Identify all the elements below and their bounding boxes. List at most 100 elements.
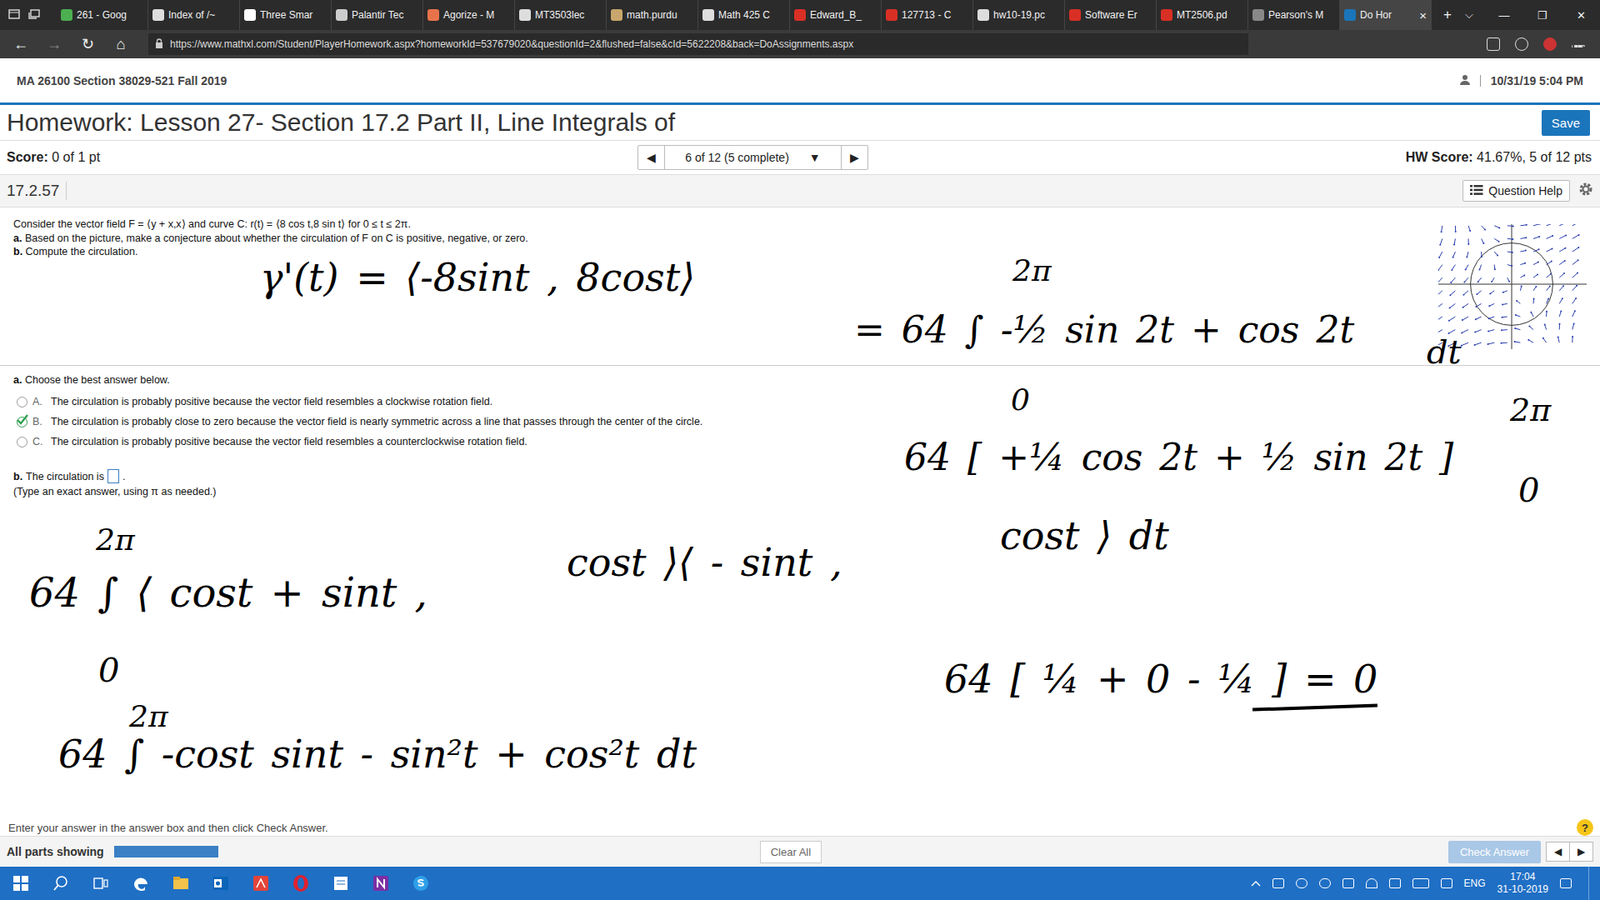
keyboard-icon[interactable] bbox=[1412, 878, 1430, 889]
browser-tab[interactable]: Agorize - M bbox=[423, 0, 515, 30]
home-button[interactable]: ⌂ bbox=[106, 35, 135, 54]
handwritten-note: 2π bbox=[1510, 393, 1551, 429]
favicon-icon bbox=[794, 9, 806, 21]
user-icon[interactable] bbox=[1460, 74, 1470, 88]
more-icon[interactable] bbox=[1571, 45, 1585, 48]
restore-button[interactable]: ❐ bbox=[1523, 0, 1562, 30]
notepad-icon[interactable] bbox=[331, 874, 350, 893]
pen-icon[interactable] bbox=[1515, 37, 1529, 51]
wifi-icon[interactable] bbox=[1365, 878, 1378, 889]
question-id: 17.2.57 bbox=[6, 181, 67, 200]
radio-button[interactable] bbox=[16, 416, 28, 428]
browser-tab[interactable]: MT2506.pd bbox=[1156, 0, 1249, 30]
browser-tab[interactable]: 127713 - C bbox=[881, 0, 974, 30]
url-text[interactable]: https://www.mathxl.com/Student/PlayerHom… bbox=[170, 38, 854, 50]
back-button[interactable]: ← bbox=[6, 35, 35, 54]
part-label: b. bbox=[13, 245, 23, 258]
new-tab-button[interactable]: + bbox=[1443, 6, 1452, 24]
skype-icon[interactable] bbox=[411, 874, 430, 893]
course-header: MA 26100 Section 38029-521 Fall 201910/3… bbox=[0, 58, 1600, 105]
favicon-icon bbox=[60, 9, 73, 21]
previous-button[interactable]: ◀ bbox=[1546, 842, 1570, 861]
answer-option[interactable]: A.The circulation is probably positive b… bbox=[13, 395, 1587, 408]
score-label: Score: bbox=[6, 150, 49, 165]
tab-label: MT3503lec bbox=[535, 9, 585, 21]
browser-tab[interactable]: Index of /~ bbox=[148, 0, 240, 30]
file-explorer-icon[interactable] bbox=[171, 874, 190, 893]
question-line: Compute the circulation. bbox=[25, 245, 139, 258]
browser-tab[interactable]: Math 425 C bbox=[698, 0, 790, 30]
pen-workspace-icon[interactable] bbox=[1389, 878, 1401, 889]
hw-score-label: HW Score: bbox=[1405, 150, 1474, 165]
parts-fill bbox=[114, 845, 219, 858]
favicon-icon bbox=[1160, 9, 1173, 21]
show-hidden-icons-icon[interactable] bbox=[1250, 877, 1261, 890]
show-desktop-button[interactable] bbox=[1588, 866, 1594, 900]
profile-icon[interactable] bbox=[1543, 37, 1557, 51]
volume-icon[interactable] bbox=[1272, 878, 1285, 889]
gear-icon[interactable] bbox=[1578, 181, 1594, 200]
forward-button[interactable]: → bbox=[40, 35, 69, 54]
tablet-mode-icon[interactable] bbox=[1440, 878, 1453, 889]
hw-score-value: 41.67%, 5 of 12 pts bbox=[1476, 150, 1592, 165]
answer-option[interactable]: B.The circulation is probably close to z… bbox=[13, 415, 1587, 428]
browser-tab[interactable]: Pearson's M bbox=[1248, 0, 1340, 30]
next-question-button[interactable]: ▶ bbox=[841, 145, 868, 170]
browser-tab[interactable]: Do Hor× bbox=[1340, 0, 1432, 30]
browser-tab[interactable]: Software Er bbox=[1065, 0, 1157, 30]
favicon-icon bbox=[885, 9, 898, 21]
opera-icon[interactable] bbox=[291, 874, 310, 893]
save-button[interactable]: Save bbox=[1541, 110, 1590, 136]
url-field[interactable]: https://www.mathxl.com/Student/PlayerHom… bbox=[148, 33, 1249, 55]
browser-tab[interactable]: Palantir Tec bbox=[331, 0, 424, 30]
previous-question-button[interactable]: ◀ bbox=[638, 145, 665, 170]
favicon-icon bbox=[702, 9, 715, 21]
windows-start-icon[interactable] bbox=[11, 874, 30, 893]
handwritten-note: 0 bbox=[98, 651, 120, 689]
taskbar: ENG 17:0431-10-2019 bbox=[0, 866, 1600, 900]
next-button[interactable]: ▶ bbox=[1569, 842, 1593, 861]
tab-list-button[interactable]: ⌵ bbox=[1465, 8, 1474, 22]
tab-bar: 261 - GoogIndex of /~Three SmarPalantir … bbox=[0, 0, 1600, 30]
task-view-icon[interactable] bbox=[91, 874, 110, 893]
language-indicator[interactable]: ENG bbox=[1464, 877, 1486, 890]
browser-tab[interactable]: Edward_B_ bbox=[790, 0, 882, 30]
parts-bar[interactable] bbox=[114, 845, 219, 858]
refresh-button[interactable]: ↻ bbox=[73, 35, 102, 54]
clear-all-button[interactable]: Clear All bbox=[760, 840, 822, 864]
favorites-icon[interactable] bbox=[1486, 37, 1500, 51]
notifications-icon[interactable] bbox=[1560, 878, 1572, 889]
radio-button[interactable] bbox=[16, 396, 28, 408]
question-help-button[interactable]: Question Help bbox=[1462, 180, 1570, 202]
minimize-button[interactable]: — bbox=[1485, 0, 1524, 30]
browser-tab[interactable]: 261 - Goog bbox=[56, 0, 149, 30]
search-icon[interactable] bbox=[51, 874, 70, 893]
tab-preview-icon[interactable] bbox=[8, 9, 20, 22]
question-select[interactable]: 6 of 12 (5 complete) ▼ bbox=[664, 145, 841, 170]
cloud-icon[interactable] bbox=[1319, 878, 1331, 889]
acrobat-icon[interactable] bbox=[251, 874, 270, 893]
onedrive-icon[interactable] bbox=[1295, 878, 1308, 889]
tab-close-button[interactable]: × bbox=[1419, 8, 1427, 23]
radio-button[interactable] bbox=[16, 436, 28, 448]
part-prompt: The circulation is bbox=[25, 470, 105, 483]
browser-tab[interactable]: Three Smar bbox=[240, 0, 332, 30]
browser-tab[interactable]: hw10-19.pc bbox=[973, 0, 1065, 30]
answer-input[interactable] bbox=[107, 469, 120, 484]
handwritten-note: 64 ∫ ⟨ cost + sint , bbox=[29, 570, 428, 615]
browser-tab[interactable]: math.purdu bbox=[606, 0, 699, 30]
browser-tab[interactable]: MT3503lec bbox=[515, 0, 607, 30]
set-aside-tabs-icon[interactable] bbox=[28, 9, 40, 22]
answer-option[interactable]: C.The circulation is probably positive b… bbox=[13, 435, 1587, 448]
favicon-icon bbox=[152, 9, 165, 21]
clock-time: 17:04 bbox=[1510, 870, 1535, 884]
onenote-icon[interactable] bbox=[371, 874, 390, 893]
outlook-icon[interactable] bbox=[211, 874, 230, 893]
date-time: 10/31/19 5:04 PM bbox=[1490, 74, 1584, 88]
clock[interactable]: 17:0431-10-2019 bbox=[1497, 870, 1549, 896]
question-text: Consider the vector field F = ⟨y + x,x⟩ … bbox=[13, 217, 529, 365]
help-button[interactable]: ? bbox=[1576, 819, 1594, 836]
battery-icon[interactable] bbox=[1342, 878, 1355, 889]
edge-icon[interactable] bbox=[131, 874, 150, 893]
close-button[interactable]: ✕ bbox=[1561, 0, 1600, 30]
